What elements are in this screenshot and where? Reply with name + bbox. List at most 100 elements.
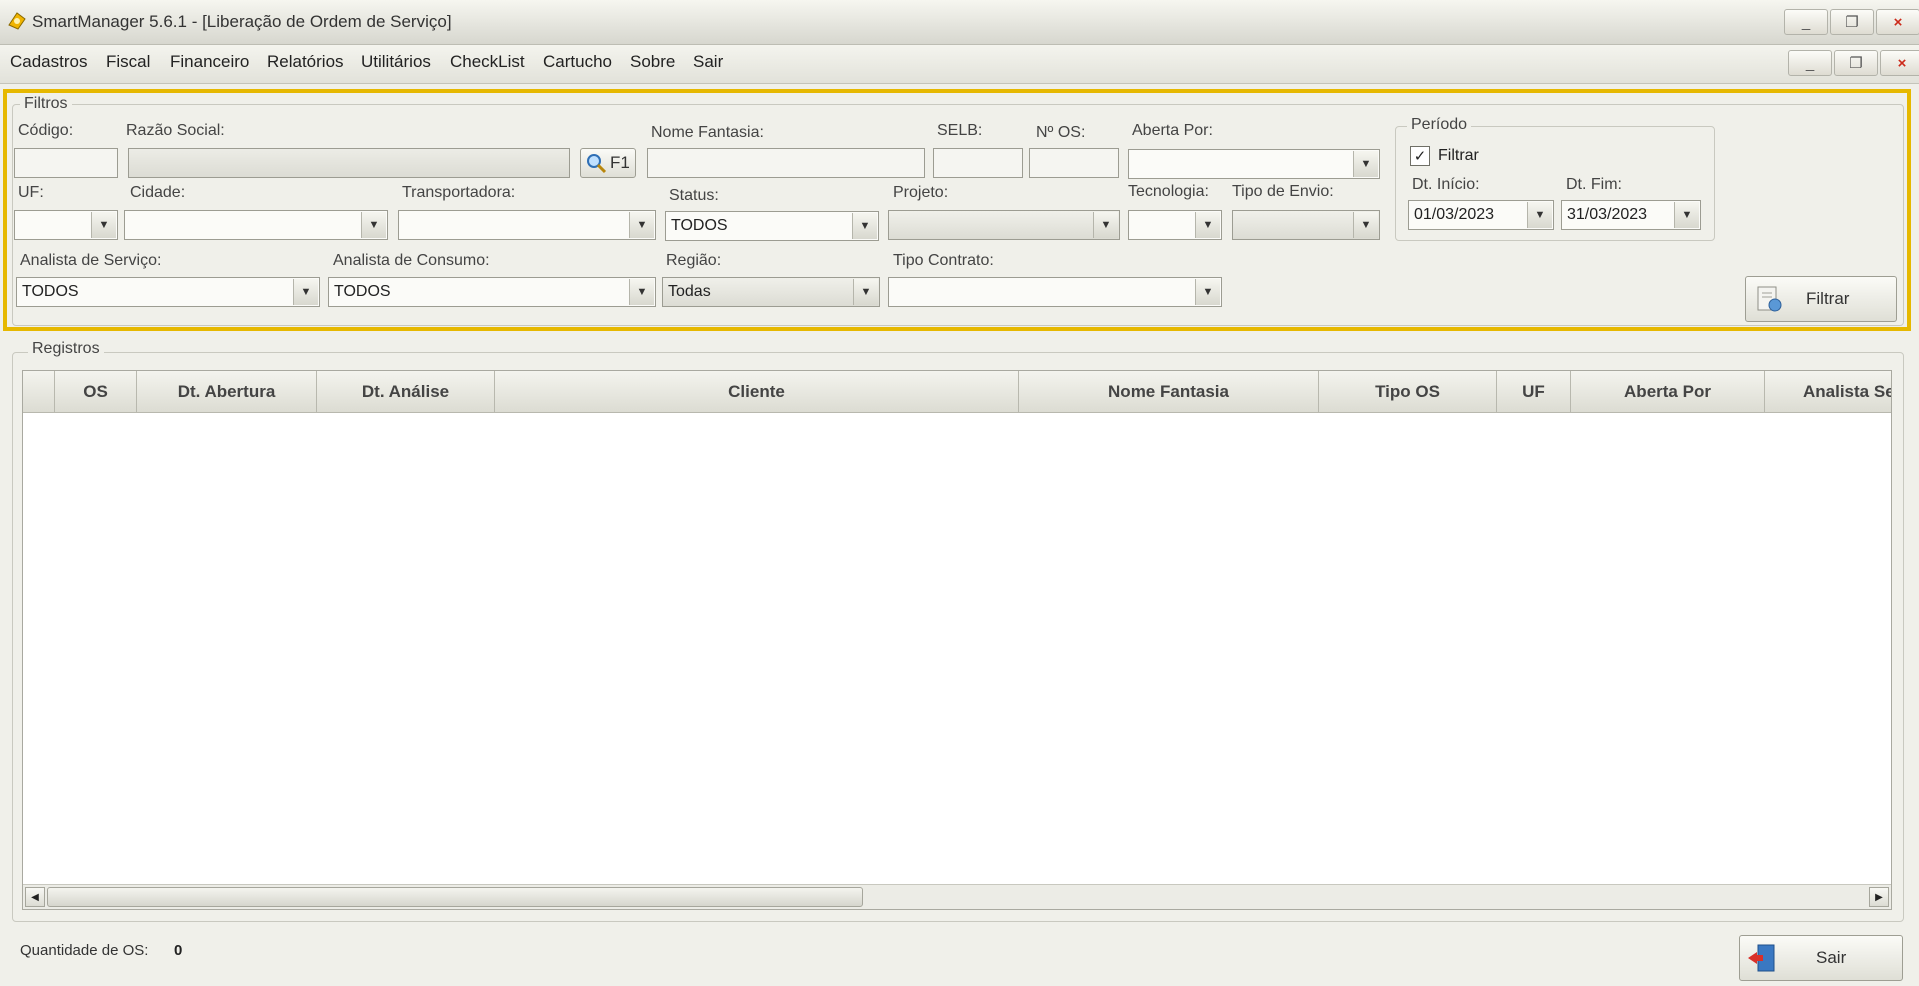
- periodo-checkbox-label: Filtrar: [1438, 147, 1479, 164]
- regiao-value: Todas: [668, 283, 711, 300]
- mdi-minimize-button[interactable]: _: [1788, 50, 1832, 76]
- window-title: SmartManager 5.6.1 - [Liberação de Ordem…: [32, 12, 452, 31]
- analista-consumo-select[interactable]: TODOS ▼: [328, 277, 656, 307]
- menu-sobre[interactable]: Sobre: [630, 52, 675, 72]
- dt-fim-value: 31/03/2023: [1567, 206, 1648, 223]
- sair-button[interactable]: Sair: [1739, 935, 1903, 981]
- app-logo-icon: [8, 12, 26, 30]
- chevron-down-icon[interactable]: ▼: [629, 212, 654, 238]
- column-header-cliente[interactable]: Cliente: [495, 371, 1019, 413]
- dt-inicio-label: Dt. Início:: [1412, 176, 1480, 193]
- dt-inicio-value: 01/03/2023: [1414, 206, 1495, 223]
- regiao-select[interactable]: Todas ▼: [662, 277, 880, 307]
- menu-relatorios[interactable]: Relatórios: [267, 52, 344, 72]
- checkmark-icon: ✓: [1413, 148, 1427, 165]
- chevron-down-icon[interactable]: ▼: [361, 212, 386, 238]
- horizontal-scrollbar[interactable]: ◀ ▶: [23, 884, 1891, 909]
- aberta-por-select[interactable]: ▼: [1128, 149, 1380, 179]
- close-icon: ×: [1897, 54, 1907, 72]
- menu-financeiro[interactable]: Financeiro: [170, 52, 249, 72]
- chevron-down-icon[interactable]: ▼: [1195, 279, 1220, 305]
- codigo-input[interactable]: [14, 148, 118, 178]
- column-header-tipo-os[interactable]: Tipo OS: [1319, 371, 1497, 413]
- column-header-os[interactable]: OS: [55, 371, 137, 413]
- column-header-analista-servico[interactable]: Analista Se: [1765, 371, 1891, 413]
- analista-consumo-value: TODOS: [334, 283, 391, 300]
- close-button[interactable]: ×: [1876, 9, 1919, 35]
- menu-sair[interactable]: Sair: [693, 52, 723, 72]
- chevron-down-icon[interactable]: ▼: [852, 213, 877, 239]
- chevron-down-icon[interactable]: ▼: [629, 279, 654, 305]
- analista-servico-value: TODOS: [22, 283, 79, 300]
- chevron-down-icon[interactable]: ▼: [1674, 202, 1699, 228]
- razao-social-input[interactable]: [128, 148, 570, 178]
- menu-cadastros[interactable]: Cadastros: [10, 52, 87, 72]
- tipo-contrato-select[interactable]: ▼: [888, 277, 1222, 307]
- uf-label: UF:: [18, 184, 44, 201]
- mdi-close-button[interactable]: ×: [1880, 50, 1919, 76]
- dt-fim-picker[interactable]: 31/03/2023 ▼: [1561, 200, 1701, 230]
- scrollbar-thumb[interactable]: [47, 887, 863, 907]
- menu-utilitarios[interactable]: Utilitários: [361, 52, 431, 72]
- column-header-dt-abertura[interactable]: Dt. Abertura: [137, 371, 317, 413]
- dt-fim-label: Dt. Fim:: [1566, 176, 1622, 193]
- quantidade-os-value: 0: [174, 942, 183, 959]
- tipo-envio-label: Tipo de Envio:: [1232, 183, 1334, 200]
- tecnologia-select[interactable]: ▼: [1128, 210, 1222, 240]
- minimize-button[interactable]: _: [1784, 9, 1828, 35]
- menu-fiscal[interactable]: Fiscal: [106, 52, 150, 72]
- chevron-down-icon[interactable]: ▼: [1195, 212, 1220, 238]
- sair-label: Sair: [1816, 948, 1847, 967]
- status-select[interactable]: TODOS ▼: [665, 211, 879, 241]
- chevron-down-icon[interactable]: ▼: [293, 279, 318, 305]
- filtros-legend: Filtros: [20, 95, 72, 113]
- dt-inicio-picker[interactable]: 01/03/2023 ▼: [1408, 200, 1554, 230]
- cidade-label: Cidade:: [130, 184, 186, 201]
- selb-input[interactable]: [933, 148, 1023, 178]
- magnifier-icon: [587, 154, 607, 174]
- mdi-restore-button[interactable]: ❐: [1834, 50, 1878, 76]
- chevron-down-icon[interactable]: ▼: [1353, 151, 1378, 177]
- chevron-down-icon[interactable]: ▼: [1527, 202, 1552, 228]
- filter-document-icon: [1757, 286, 1782, 312]
- restore-button[interactable]: ❐: [1830, 9, 1874, 35]
- scroll-right-icon[interactable]: ▶: [1869, 887, 1889, 907]
- tipo-envio-select[interactable]: ▼: [1232, 210, 1380, 240]
- chevron-down-icon[interactable]: ▼: [1353, 212, 1378, 238]
- codigo-label: Código:: [18, 122, 74, 139]
- filtrar-label: Filtrar: [1806, 289, 1850, 308]
- search-f1-button[interactable]: F1: [580, 148, 636, 178]
- scroll-left-icon[interactable]: ◀: [25, 887, 45, 907]
- restore-icon: ❐: [1845, 14, 1859, 31]
- chevron-down-icon[interactable]: ▼: [91, 212, 116, 238]
- status-value: TODOS: [671, 217, 728, 234]
- registros-grid[interactable]: OS Dt. Abertura Dt. Análise Cliente Nome…: [22, 370, 1892, 910]
- column-header-nome-fantasia[interactable]: Nome Fantasia: [1019, 371, 1319, 413]
- numero-os-input[interactable]: [1029, 148, 1119, 178]
- uf-select[interactable]: ▼: [14, 210, 118, 240]
- status-label: Status:: [669, 187, 719, 204]
- minimize-icon: _: [1805, 54, 1815, 72]
- transportadora-select[interactable]: ▼: [398, 210, 656, 240]
- tipo-contrato-label: Tipo Contrato:: [893, 252, 994, 269]
- exit-door-icon: [1748, 944, 1775, 972]
- filtrar-button[interactable]: Filtrar: [1745, 276, 1897, 322]
- razao-social-label: Razão Social:: [126, 122, 225, 139]
- close-icon: ×: [1893, 13, 1903, 31]
- chevron-down-icon[interactable]: ▼: [853, 279, 878, 305]
- analista-servico-select[interactable]: TODOS ▼: [16, 277, 320, 307]
- periodo-checkbox[interactable]: ✓: [1410, 146, 1430, 166]
- aberta-por-label: Aberta Por:: [1132, 122, 1213, 139]
- column-header-aberta-por[interactable]: Aberta Por: [1571, 371, 1765, 413]
- row-selector-header: [23, 371, 55, 413]
- menu-cartucho[interactable]: Cartucho: [543, 52, 612, 72]
- column-header-dt-analise[interactable]: Dt. Análise: [317, 371, 495, 413]
- column-header-uf[interactable]: UF: [1497, 371, 1571, 413]
- analista-consumo-label: Analista de Consumo:: [333, 252, 490, 269]
- projeto-select[interactable]: ▼: [888, 210, 1120, 240]
- transportadora-label: Transportadora:: [402, 184, 516, 201]
- nome-fantasia-input[interactable]: [647, 148, 925, 178]
- chevron-down-icon[interactable]: ▼: [1093, 212, 1118, 238]
- menu-checklist[interactable]: CheckList: [450, 52, 525, 72]
- cidade-select[interactable]: ▼: [124, 210, 388, 240]
